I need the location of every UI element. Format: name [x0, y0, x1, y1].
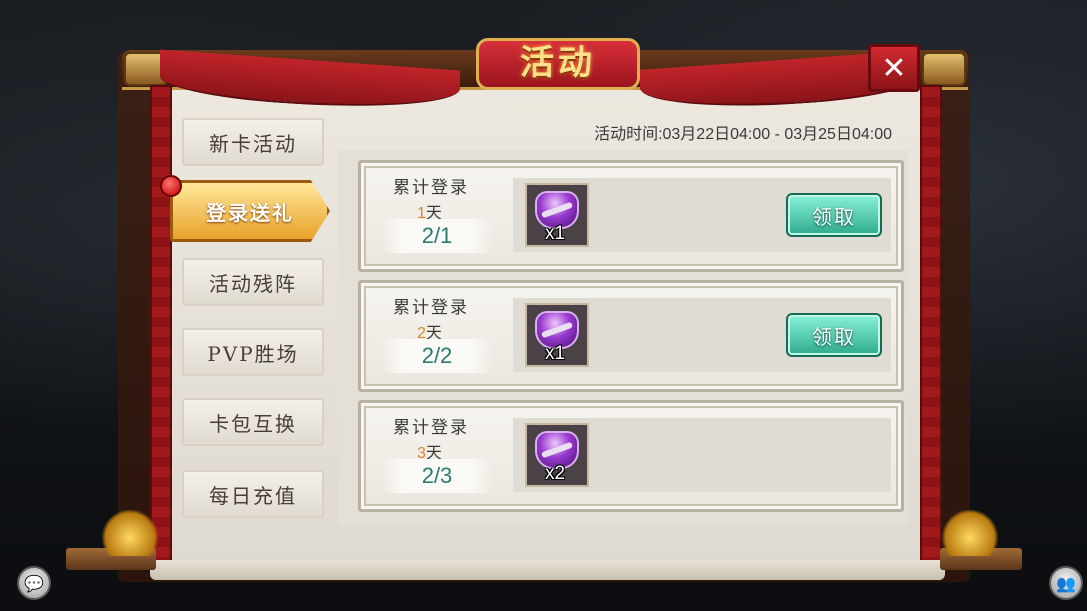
- title-ribbon: 活动: [476, 38, 640, 90]
- tab-label: 活动残阵: [209, 271, 297, 296]
- gem-band: [540, 441, 574, 459]
- claim-button[interactable]: 领取: [786, 313, 882, 357]
- claim-label: 领取: [812, 324, 856, 349]
- tab-label: 登录送礼: [206, 200, 294, 225]
- page-title: 活动: [520, 42, 596, 83]
- reward-qty: x1: [545, 223, 566, 244]
- gold-pile-left: [100, 510, 160, 556]
- tab-pvp-wins[interactable]: PVP胜场: [182, 328, 324, 376]
- progress-bg: 2/2: [381, 339, 493, 373]
- card-label: 累计登录: [393, 178, 469, 198]
- tab-login-gift[interactable]: 登录送礼: [170, 180, 330, 242]
- reward-item-slot[interactable]: x1: [525, 183, 589, 247]
- reward-card: 累计登录 1天 2/1 x1 领取: [358, 160, 904, 272]
- tab-daily-recharge[interactable]: 每日充值: [182, 470, 324, 518]
- progress-bg: 2/1: [381, 219, 493, 253]
- red-border-left: [150, 85, 172, 570]
- reward-qty: x2: [545, 463, 566, 484]
- reward-qty: x1: [545, 343, 566, 364]
- close-icon: ✕: [881, 50, 907, 86]
- reward-item-slot[interactable]: x2: [525, 423, 589, 487]
- chat-bubble-icon[interactable]: 💬: [17, 566, 51, 600]
- tab-label: 卡包互换: [209, 411, 297, 436]
- close-button[interactable]: ✕: [868, 44, 920, 92]
- red-border-right: [920, 85, 942, 570]
- notification-dot: [160, 175, 182, 197]
- card-label: 累计登录: [393, 418, 469, 438]
- claim-label: 领取: [812, 204, 856, 229]
- gem-band: [540, 321, 574, 339]
- tab-label: 每日充值: [209, 483, 297, 508]
- reward-card: 累计登录 2天 2/2 x1 领取: [358, 280, 904, 392]
- tab-new-card[interactable]: 新卡活动: [182, 118, 324, 166]
- progress-text: 2/1: [421, 223, 453, 248]
- event-time: 活动时间:03月22日04:00 - 03月25日04:00: [594, 126, 892, 143]
- claim-button[interactable]: 领取: [786, 193, 882, 237]
- gold-pile-right: [940, 510, 1000, 556]
- friends-icon[interactable]: 👥: [1049, 566, 1083, 600]
- progress-text: 2/3: [421, 463, 453, 488]
- tab-activity-formation[interactable]: 活动残阵: [182, 258, 324, 306]
- tab-label: PVP胜场: [207, 341, 299, 366]
- tab-pack-exchange[interactable]: 卡包互换: [182, 398, 324, 446]
- gem-band: [540, 201, 574, 219]
- scroll-bottom: [150, 560, 945, 580]
- tab-label: 新卡活动: [209, 131, 297, 156]
- reward-card: 累计登录 3天 2/3 x2: [358, 400, 904, 512]
- rod-end-right: [922, 52, 966, 86]
- progress-bg: 2/3: [381, 459, 493, 493]
- progress-text: 2/2: [421, 343, 453, 368]
- card-label: 累计登录: [393, 298, 469, 318]
- reward-item-slot[interactable]: x1: [525, 303, 589, 367]
